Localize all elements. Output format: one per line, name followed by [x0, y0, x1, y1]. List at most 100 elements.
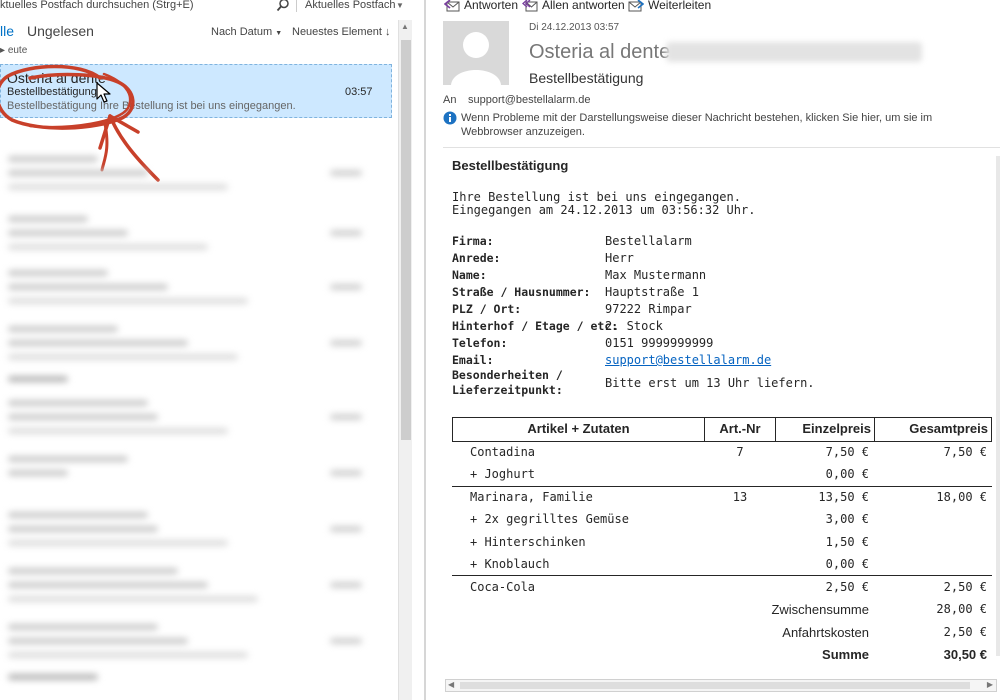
filter-row: lle Ungelesen Nach Datum ▼ Neuestes Elem… [0, 20, 398, 42]
list-item[interactable] [0, 614, 392, 670]
field-value-zip-city: 97222 Rimpar [605, 302, 692, 316]
field-label-zip-city: PLZ / Ort: [452, 302, 522, 316]
scrollbar-thumb[interactable] [460, 682, 970, 689]
recipient-address[interactable]: support@bestellalarm.de [468, 94, 590, 106]
cell-unit: 0,00 € [825, 467, 869, 481]
mail-sender: Osteria al dente [7, 70, 106, 86]
mail-list-blurred [0, 120, 392, 700]
subtotal-label: Zwischensumme [771, 602, 869, 617]
search-icon[interactable] [276, 0, 290, 12]
email-intro-line: Ihre Bestellung ist bei uns eingegangen. [452, 190, 741, 204]
chevron-down-icon[interactable]: ▼ [396, 1, 404, 10]
arrow-down-icon: ↓ [384, 26, 391, 38]
chevron-down-icon: ▼ [275, 30, 283, 37]
field-value-phone: 0151 9999999999 [605, 336, 714, 350]
forward-icon [628, 0, 644, 12]
scroll-up-icon[interactable]: ▲ [401, 22, 409, 31]
scroll-right-icon[interactable]: ▶ [987, 680, 993, 689]
group-header [0, 672, 392, 682]
cell-item: Coca-Cola [470, 580, 536, 594]
table-row: + Joghurt 0,00 € [452, 464, 992, 486]
col-header-unit: Einzelpreis [776, 418, 875, 441]
field-label-street: Straße / Hausnummer: [452, 285, 591, 299]
header-divider [443, 147, 1000, 148]
message-list-pane: ktuelles Postfach durchsuchen (Strg+E) A… [0, 0, 414, 700]
field-label-notes-2: Lieferzeitpunkt: [452, 383, 563, 397]
subtotal-row: Zwischensumme 28,00 € [452, 599, 992, 621]
cell-art: 7 [736, 445, 744, 459]
filter-all-tab[interactable]: lle [0, 23, 14, 39]
message-list-scrollbar[interactable]: ▲ [398, 20, 412, 700]
message-subject: Bestellbestätigung [529, 70, 644, 86]
field-value-street: Hauptstraße 1 [605, 285, 699, 299]
list-item[interactable] [0, 446, 392, 502]
cell-item: Contadina [470, 445, 536, 459]
reply-label: Antworten [464, 0, 519, 12]
table-row: + Knoblauch 0,00 € [452, 554, 992, 576]
search-scope-select[interactable]: Aktuelles Postfach [305, 0, 396, 11]
field-value-floor: 2. Stock [605, 319, 663, 333]
cell-unit: 2,50 € [825, 580, 869, 594]
col-header-unit-label: Einzelpreis [802, 421, 871, 436]
cell-item: + Joghurt [470, 467, 536, 481]
avatar[interactable] [443, 21, 509, 85]
delivery-row: Anfahrtskosten 2,50 € [452, 622, 992, 644]
message-date: Di 24.12.2013 03:57 [529, 22, 620, 33]
cell-unit: 7,50 € [825, 445, 869, 459]
reading-pane: Antworten Allen antworten Weiterleiten D… [426, 0, 1000, 700]
cell-art: 13 [732, 490, 748, 504]
search-input[interactable]: ktuelles Postfach durchsuchen (Strg+E) [0, 0, 194, 11]
list-item[interactable] [0, 146, 392, 202]
field-value-salutation: Herr [605, 251, 634, 265]
cell-item: + 2x gegrilltes Gemüse [470, 512, 629, 526]
group-header-label: eute [7, 45, 28, 56]
list-item[interactable] [0, 558, 392, 614]
message-sender[interactable]: Osteria al dente [529, 41, 670, 64]
field-value-name: Max Mustermann [605, 268, 707, 282]
mail-preview: Bestellbestätigung Ihre Bestellung ist b… [7, 100, 296, 112]
table-row: Marinara, Familie 13 13,50 € 18,00 € [452, 487, 992, 509]
cell-unit: 0,00 € [825, 557, 869, 571]
sum-row: Summe 30,50 € [452, 644, 992, 666]
scrollbar-thumb[interactable] [401, 40, 411, 440]
email-title: Bestellbestätigung [452, 158, 569, 173]
field-label-notes-1: Besonderheiten / [452, 368, 563, 382]
cell-unit: 3,00 € [825, 512, 869, 526]
field-label-phone: Telefon: [452, 336, 508, 350]
body-horizontal-scrollbar[interactable]: ◀ ▶ [445, 679, 997, 692]
field-label-name: Name: [452, 268, 487, 282]
infobar-text[interactable]: Wenn Probleme mit der Darstellungsweise … [461, 111, 991, 139]
body-vertical-scrollbar[interactable] [996, 156, 1000, 656]
cell-total: 18,00 € [936, 490, 987, 504]
sort-by-button[interactable]: Nach Datum ▼ [211, 26, 282, 38]
field-value-company: Bestellalarm [605, 234, 692, 248]
sort-order-button[interactable]: Neuestes Element ↓ [292, 26, 390, 38]
sort-order-label: Neuestes Element [292, 26, 382, 38]
field-label-salutation: Anrede: [452, 251, 501, 265]
filter-unread-tab[interactable]: Ungelesen [27, 23, 94, 39]
col-header-total-label: Gesamtpreis [909, 421, 988, 436]
list-item[interactable] [0, 390, 392, 446]
sum-value: 30,50 € [943, 647, 987, 662]
sum-label: Summe [822, 647, 869, 662]
list-item[interactable] [0, 206, 392, 262]
email-received-line: Eingegangen am 24.12.2013 um 03:56:32 Uh… [452, 203, 756, 217]
field-value-email-link[interactable]: support@bestellalarm.de [605, 353, 771, 367]
mouse-cursor-icon [96, 82, 111, 103]
field-label-floor: Hinterhof / Etage / etc: [452, 319, 619, 333]
scroll-left-icon[interactable]: ◀ [448, 680, 454, 689]
cell-total: 7,50 € [943, 445, 987, 459]
col-header-item-label: Artikel + Zutaten [527, 421, 630, 436]
search-divider [296, 0, 297, 12]
list-item[interactable] [0, 316, 392, 372]
cell-total: 2,50 € [943, 580, 987, 594]
col-header-art: Art.-Nr [705, 418, 776, 441]
cell-unit: 13,50 € [818, 490, 869, 504]
list-item[interactable] [0, 502, 392, 558]
field-label-email: Email: [452, 353, 494, 367]
mail-subject: Bestellbestätigung [7, 86, 97, 98]
reply-all-icon [522, 0, 538, 12]
group-header-today[interactable]: ▸ eute [0, 45, 27, 56]
mail-list-item-selected[interactable]: Osteria al dente Bestellbestätigung Best… [0, 64, 392, 118]
list-item[interactable] [0, 260, 392, 316]
